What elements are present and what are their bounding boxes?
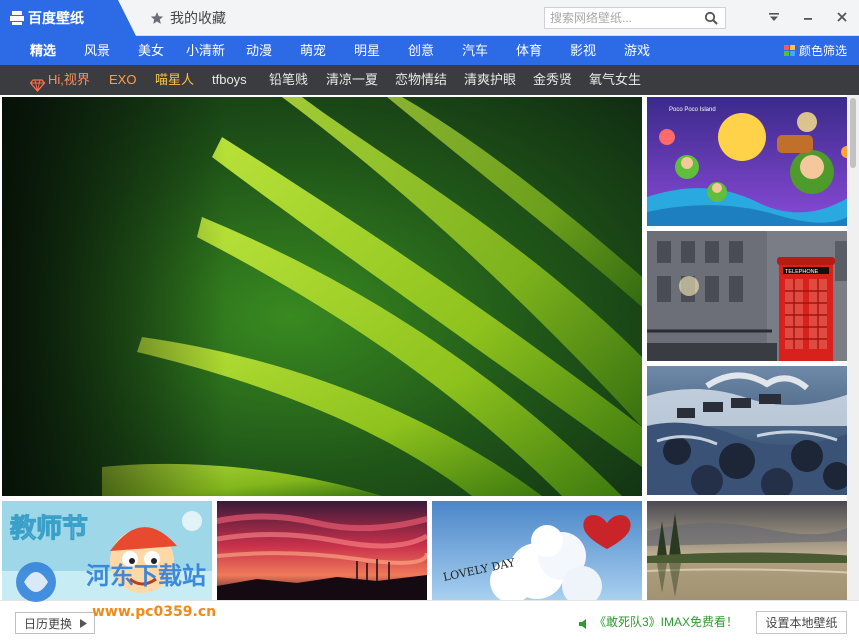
title-bar: 百度壁纸 我的收藏 <box>0 0 859 36</box>
nav-item-stars[interactable]: 明星 <box>354 36 380 65</box>
tag-cool-summer[interactable]: 清凉一夏 <box>326 65 378 95</box>
set-local-wallpaper-button[interactable]: 设置本地壁纸 <box>756 611 847 634</box>
color-filter-button[interactable]: 颜色筛选 <box>783 36 847 65</box>
tag-exo[interactable]: EXO <box>109 65 136 95</box>
scrollbar[interactable] <box>847 95 859 600</box>
tag-kim-soo-hyun[interactable]: 金秀贤 <box>533 65 572 95</box>
minimize-button[interactable] <box>800 10 816 26</box>
wallpaper-teachers-day[interactable]: 教师节 <box>2 501 212 600</box>
play-icon <box>79 618 88 632</box>
close-button[interactable] <box>834 10 850 26</box>
nav-item-scenery[interactable]: 风景 <box>84 36 110 65</box>
category-nav: 精选 风景 美女 小清新 动漫 萌宠 明星 创意 汽车 体育 影视 游戏 颜色筛… <box>0 36 859 65</box>
nav-item-creative[interactable]: 创意 <box>408 36 434 65</box>
tag-hi-vision[interactable]: Hi,视界 <box>29 65 90 95</box>
tag-eye-care[interactable]: 清爽护眼 <box>464 65 516 95</box>
nav-item-anime[interactable]: 动漫 <box>246 36 272 65</box>
tag-oxygen-girl[interactable]: 氧气女生 <box>589 65 641 95</box>
promo-link[interactable]: 《敢死队3》IMAX免费看！ <box>578 612 738 632</box>
scrollbar-thumb[interactable] <box>850 98 856 168</box>
wallpaper-ocean-rocks[interactable] <box>647 366 857 495</box>
menu-icon <box>768 11 780 26</box>
nav-item-pets[interactable]: 萌宠 <box>300 36 326 65</box>
tab-my-favorites[interactable]: 我的收藏 <box>148 0 226 36</box>
wallpaper-lovely-day[interactable]: LOVELY DAY <box>432 501 642 600</box>
close-icon <box>836 11 848 26</box>
hot-tag-bar: Hi,视界 EXO 喵星人 tfboys 铅笔贱 清凉一夏 恋物情结 清爽护眼 … <box>0 65 859 95</box>
color-grid-icon <box>783 45 795 56</box>
nav-item-beauty[interactable]: 美女 <box>138 36 164 65</box>
tag-fetish[interactable]: 恋物情结 <box>395 65 447 95</box>
wallpaper-app-icon <box>10 11 24 28</box>
daily-change-button[interactable]: 日历更换 <box>15 612 95 634</box>
promo-text: 《敢死队3》IMAX免费看！ <box>594 615 739 629</box>
tag-cats[interactable]: 喵星人 <box>155 65 194 95</box>
minimize-icon <box>802 11 814 26</box>
nav-item-fresh[interactable]: 小清新 <box>186 36 225 65</box>
wallpaper-lake-landscape[interactable] <box>647 501 857 600</box>
nav-item-featured[interactable]: 精选 <box>30 36 56 65</box>
star-icon <box>150 11 164 28</box>
search-icon[interactable] <box>704 11 718 28</box>
bottom-bar: 日历更换 《敢死队3》IMAX免费看！ 设置本地壁纸 <box>0 600 859 641</box>
tab-label: 我的收藏 <box>170 10 226 26</box>
color-filter-label: 颜色筛选 <box>798 44 847 58</box>
nav-item-games[interactable]: 游戏 <box>624 36 650 65</box>
daily-change-label: 日历更换 <box>24 616 73 631</box>
speaker-icon <box>578 616 590 636</box>
tile-caption: 教师节 <box>10 514 88 544</box>
tile-caption: TELEPHONE <box>785 269 819 275</box>
tile-caption: Poco Poco Island <box>669 107 716 113</box>
search-input[interactable] <box>545 8 695 28</box>
tag-tfboys[interactable]: tfboys <box>212 65 247 95</box>
tab-label: 百度壁纸 <box>28 10 84 26</box>
wallpaper-london-phone-booth[interactable]: TELEPHONE <box>647 231 857 361</box>
nav-item-sports[interactable]: 体育 <box>516 36 542 65</box>
tag-label: Hi,视界 <box>48 72 90 87</box>
wallpaper-cartoon-game[interactable]: Poco Poco Island <box>647 97 857 226</box>
nav-item-movies[interactable]: 影视 <box>570 36 596 65</box>
wallpaper-sunset-sky[interactable] <box>217 501 427 600</box>
search-box <box>544 7 726 29</box>
wallpaper-hero-palm-leaves[interactable] <box>2 97 642 496</box>
menu-dropdown-button[interactable] <box>766 10 782 26</box>
tab-baidu-wallpaper[interactable]: 百度壁纸 <box>0 0 136 36</box>
nav-item-cars[interactable]: 汽车 <box>462 36 488 65</box>
tag-pencil[interactable]: 铅笔贱 <box>269 65 308 95</box>
